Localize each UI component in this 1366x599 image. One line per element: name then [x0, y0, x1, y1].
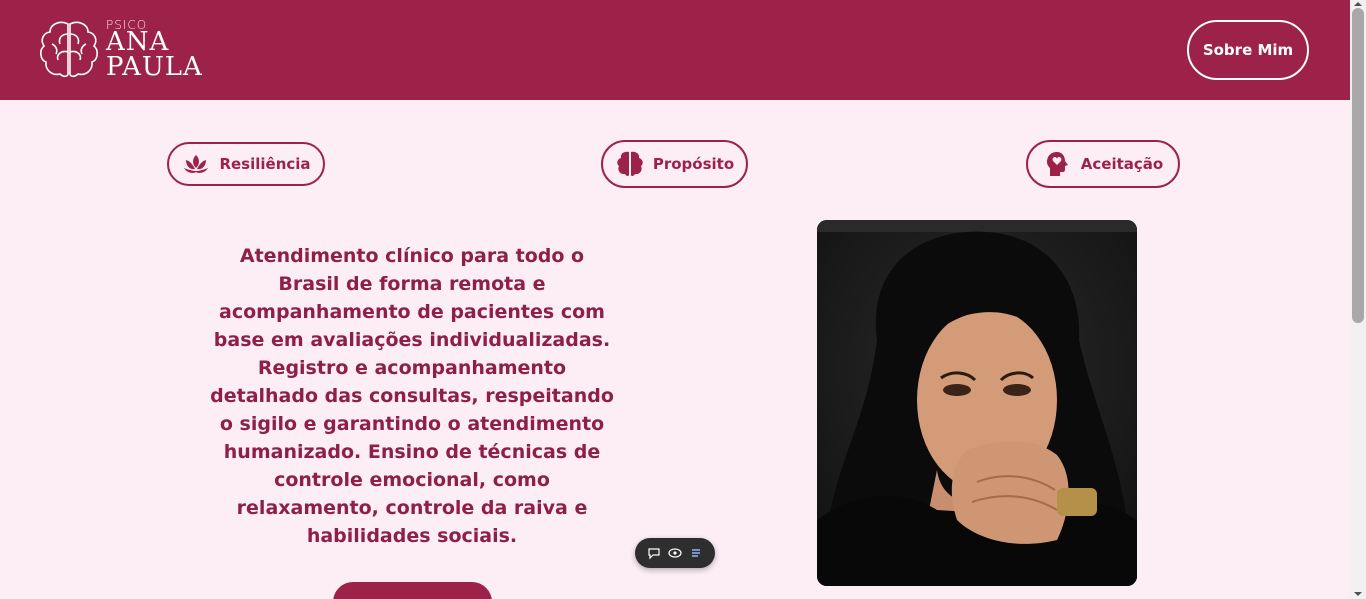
pill-resilience[interactable]: Resiliência [167, 142, 325, 186]
about-me-button[interactable]: Sobre Mim [1187, 20, 1309, 80]
pill-purpose[interactable]: Propósito [601, 140, 748, 188]
logo-line-1: ANA [106, 26, 170, 57]
scrollbar-thumb[interactable] [1352, 8, 1364, 323]
logo-small-text: PSICO [106, 17, 148, 32]
pill-label: Resiliência [219, 155, 311, 173]
list-icon[interactable] [689, 546, 703, 560]
brain-logo-icon [40, 21, 98, 78]
logo-line-2: PAULA [106, 51, 203, 82]
site-header: PSICO ANA PAULA Sobre Mim [0, 0, 1350, 100]
floating-toolbar [635, 538, 715, 568]
head-heart-icon [1046, 152, 1068, 176]
services-description: Atendimento clínico para todo o Brasil d… [210, 245, 614, 547]
brain-icon [617, 151, 643, 176]
lotus-icon [184, 155, 209, 173]
logo[interactable]: PSICO ANA PAULA [38, 18, 203, 80]
logo-text: PSICO ANA PAULA [106, 19, 203, 80]
profile-photo [817, 220, 1137, 586]
cta-button[interactable] [333, 582, 492, 599]
scroll-down-icon[interactable] [1354, 592, 1362, 596]
comment-icon[interactable] [647, 546, 661, 560]
eye-icon[interactable] [668, 546, 682, 560]
scroll-up-icon[interactable] [1354, 2, 1362, 6]
pill-label: Propósito [652, 155, 735, 173]
pill-label: Aceitação [1080, 155, 1164, 173]
portrait-illustration [817, 220, 1137, 586]
pill-acceptance[interactable]: Aceitação [1026, 140, 1180, 188]
